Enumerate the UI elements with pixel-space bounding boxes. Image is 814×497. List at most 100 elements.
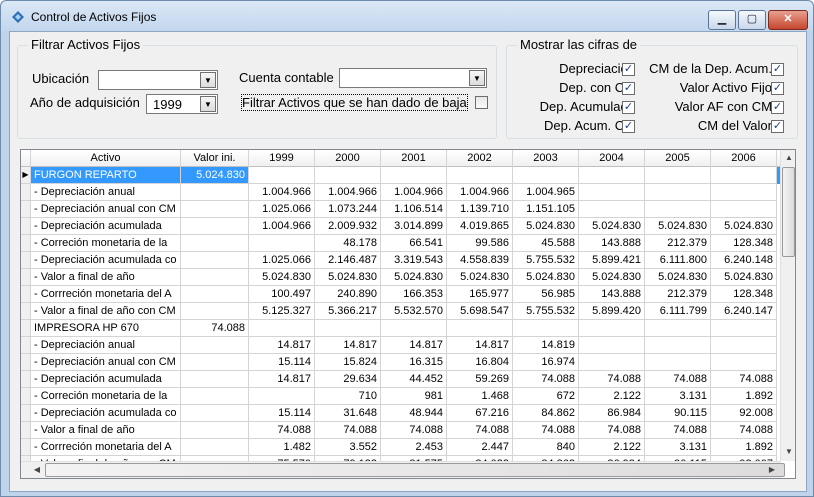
value-cell[interactable]: 1.004.966 [381,184,447,201]
value-cell[interactable] [181,201,249,218]
activo-cell[interactable]: - Depreciación anual con CM [31,201,181,218]
value-cell[interactable]: 5.024.830 [579,269,645,286]
scroll-left-icon[interactable]: ◀ [29,462,45,478]
chevron-down-icon[interactable]: ▼ [200,72,216,88]
value-cell[interactable]: 56.985 [513,286,579,303]
baja-label[interactable]: Filtrar Activos que se han dado de baja [241,94,468,111]
value-cell[interactable] [315,167,381,184]
value-cell[interactable]: 14.819 [513,337,579,354]
value-cell[interactable] [447,167,513,184]
value-cell[interactable]: 5.755.532 [513,252,579,269]
value-cell[interactable] [513,167,579,184]
vertical-scroll-thumb[interactable] [782,167,795,257]
value-cell[interactable]: 2.122 [579,388,645,405]
value-cell[interactable]: 59.269 [447,371,513,388]
row-indicator[interactable] [21,320,31,337]
value-cell[interactable] [711,320,777,337]
value-cell[interactable] [579,201,645,218]
value-cell[interactable]: 840 [513,439,579,456]
activo-cell[interactable]: - Depreciación acumulada [31,371,181,388]
value-cell[interactable]: 1.468 [447,388,513,405]
value-cell[interactable]: 15.824 [315,354,381,371]
activo-cell[interactable]: - Depreciación anual con CM [31,354,181,371]
row-indicator[interactable] [21,439,31,456]
value-cell[interactable]: 74.088 [181,320,249,337]
value-cell[interactable]: 240.890 [315,286,381,303]
scroll-down-icon[interactable]: ▼ [781,444,795,460]
value-cell[interactable]: 128.348 [711,235,777,252]
value-cell[interactable]: 74.088 [513,422,579,439]
activo-cell[interactable]: IMPRESORA HP 670 [31,320,181,337]
value-cell[interactable] [645,167,711,184]
maximize-button[interactable]: ▢ [738,10,766,30]
value-cell[interactable]: 672 [513,388,579,405]
ubicacion-combo[interactable]: ▼ [98,70,218,90]
activo-cell[interactable]: - Depreciación anual [31,337,181,354]
value-cell[interactable]: 1.004.966 [447,184,513,201]
value-cell[interactable]: 1.025.066 [249,201,315,218]
right-checkbox-2[interactable]: ✓ [771,101,784,114]
column-header[interactable]: 2001 [381,150,447,167]
value-cell[interactable] [645,354,711,371]
value-cell[interactable] [181,354,249,371]
row-indicator[interactable] [21,405,31,422]
value-cell[interactable]: 1.482 [249,439,315,456]
value-cell[interactable] [645,184,711,201]
value-cell[interactable]: 74.088 [249,422,315,439]
value-cell[interactable] [711,354,777,371]
value-cell[interactable]: 2.453 [381,439,447,456]
value-cell[interactable]: 92.008 [711,405,777,422]
value-cell[interactable]: 5.698.547 [447,303,513,320]
value-cell[interactable]: 29.634 [315,371,381,388]
value-cell[interactable]: 3.131 [645,439,711,456]
value-cell[interactable]: 5.024.830 [711,269,777,286]
value-cell[interactable] [381,320,447,337]
value-cell[interactable] [645,337,711,354]
assets-grid[interactable]: Activo Valor ini. 1999 2000 2001 2002 2003 2004… [20,149,796,479]
column-header[interactable]: 1999 [249,150,315,167]
value-cell[interactable]: 48.178 [315,235,381,252]
minimize-button[interactable]: ▁ [708,10,736,30]
table-row[interactable]: - Valor a final de año 5.024.830 5.024.830… [21,269,781,286]
value-cell[interactable]: 100.497 [249,286,315,303]
value-cell[interactable]: 15.114 [249,405,315,422]
close-button[interactable]: ✕ [768,10,808,30]
value-cell[interactable]: 90.115 [645,405,711,422]
value-cell[interactable] [181,422,249,439]
value-cell[interactable] [315,320,381,337]
value-cell[interactable]: 1.892 [711,439,777,456]
value-cell[interactable]: 5.024.830 [513,218,579,235]
value-cell[interactable]: 1.004.966 [249,184,315,201]
value-cell[interactable] [181,303,249,320]
row-indicator[interactable] [21,354,31,371]
value-cell[interactable] [711,167,777,184]
value-cell[interactable]: 3.131 [645,388,711,405]
value-cell[interactable]: 14.817 [249,337,315,354]
value-cell[interactable]: 5.024.830 [249,269,315,286]
value-cell[interactable]: 5.532.570 [381,303,447,320]
value-cell[interactable]: 5.125.327 [249,303,315,320]
row-indicator[interactable] [21,388,31,405]
vertical-scrollbar[interactable]: ▲ ▼ [780,150,795,461]
table-row[interactable]: - Correción monetaria de la 710 981 1.468 67… [21,388,781,405]
row-indicator[interactable] [21,337,31,354]
row-indicator[interactable] [21,184,31,201]
activo-cell[interactable]: - Depreciación acumulada co [31,405,181,422]
value-cell[interactable] [645,201,711,218]
value-cell[interactable]: 128.348 [711,286,777,303]
table-row[interactable]: ▶ FURGON REPARTO 5.024.830 [21,167,781,184]
value-cell[interactable]: 67.216 [447,405,513,422]
value-cell[interactable]: 74.088 [315,422,381,439]
value-cell[interactable] [579,354,645,371]
value-cell[interactable] [249,388,315,405]
value-cell[interactable]: 5.899.420 [579,303,645,320]
row-indicator[interactable] [21,201,31,218]
value-cell[interactable] [181,337,249,354]
activo-cell[interactable]: - Valor a final de año [31,269,181,286]
value-cell[interactable] [181,269,249,286]
activo-cell[interactable]: - Valor a final de año [31,422,181,439]
value-cell[interactable]: 710 [315,388,381,405]
table-row[interactable]: - Depreciación anual con CM 1.025.066 1.07… [21,201,781,218]
current-row-icon[interactable]: ▶ [21,167,31,184]
table-row[interactable]: IMPRESORA HP 670 74.088 [21,320,781,337]
